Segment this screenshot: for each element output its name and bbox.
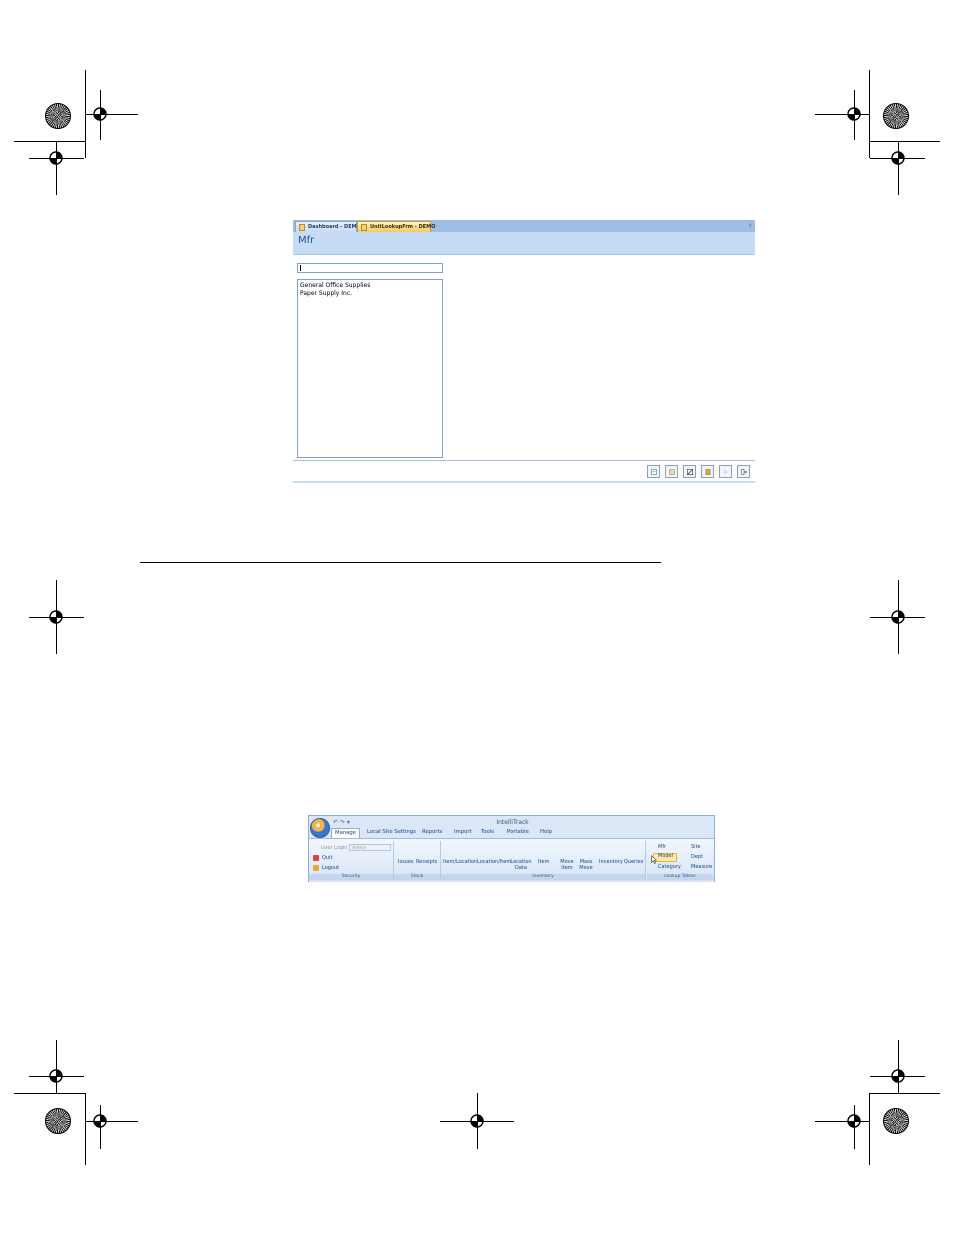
- save-button[interactable]: [665, 465, 678, 478]
- lookup-tables-group: Mfr Site Model Dept Category Measure Loo…: [647, 841, 713, 880]
- inventory-button[interactable]: Inventory: [599, 859, 623, 865]
- page-title: Mfr: [298, 235, 315, 246]
- exit-icon: [741, 469, 747, 475]
- tab-reports[interactable]: Reports: [422, 829, 442, 835]
- group-label: Security: [309, 874, 393, 880]
- receipts-button[interactable]: Receipts: [416, 859, 437, 865]
- new-record-button[interactable]: [647, 465, 660, 478]
- search-input[interactable]: [297, 263, 443, 273]
- registration-target-icon: [891, 610, 905, 624]
- stock-group: Issues Receipts Stock: [394, 841, 441, 880]
- exit-button[interactable]: [737, 465, 750, 478]
- user-login-label: User Login: [321, 845, 348, 851]
- close-tab-button[interactable]: x: [748, 221, 752, 231]
- group-label: Inventory: [441, 874, 645, 880]
- form-icon: [299, 224, 305, 231]
- document-tab-strip: Dashboard - DEMO UnitLookupFrm - DEMO x: [293, 220, 755, 232]
- form-toolbar: [293, 460, 755, 481]
- queries-button[interactable]: Queries: [624, 859, 643, 865]
- new-record-icon: [651, 469, 657, 475]
- form-body: General Office Supplies Paper Supply Inc…: [293, 255, 755, 460]
- registration-target-icon: [93, 107, 107, 121]
- tab-help[interactable]: Help: [540, 829, 552, 835]
- save-icon: [669, 469, 675, 475]
- section-divider: [140, 562, 661, 563]
- category-button[interactable]: Category: [658, 864, 681, 870]
- model-button[interactable]: Model: [658, 853, 673, 859]
- ribbon-tabs: Manage Local Site Settings Reports Impor…: [309, 828, 716, 838]
- tab-dashboard[interactable]: Dashboard - DEMO: [295, 221, 361, 232]
- tab-manage[interactable]: Manage: [331, 828, 361, 838]
- registration-target-icon: [49, 1069, 63, 1083]
- form-footer-line: [293, 481, 755, 483]
- tab-unit-lookup[interactable]: UnitLookupFrm - DEMO: [357, 221, 435, 232]
- site-button[interactable]: Site: [691, 844, 701, 850]
- form-icon: [361, 224, 367, 231]
- quit-button[interactable]: Quit: [322, 855, 332, 861]
- mfr-button[interactable]: Mfr: [658, 844, 666, 850]
- dept-button[interactable]: Dept: [691, 854, 703, 860]
- tab-local-site-settings[interactable]: Local Site Settings: [367, 829, 416, 835]
- text-caret: [300, 265, 301, 271]
- logout-button[interactable]: Logout: [322, 865, 339, 871]
- app-title: IntelliTrack: [496, 819, 529, 826]
- mass-move-button[interactable]: Mass Move: [578, 859, 594, 871]
- registration-target-icon: [891, 1069, 905, 1083]
- delete-button[interactable]: [701, 465, 714, 478]
- tab-label: Dashboard - DEMO: [308, 224, 361, 230]
- item-button[interactable]: Item: [538, 859, 549, 865]
- logout-icon: [313, 865, 319, 871]
- ribbon-panel: User Login Admin Quit Logout Security Is…: [309, 838, 714, 882]
- registration-target-icon: [49, 610, 63, 624]
- registration-sunburst-icon: [883, 103, 909, 129]
- move-item-button[interactable]: Move Item: [559, 859, 575, 871]
- tab-portable[interactable]: Portable: [507, 829, 529, 835]
- form-header: Mfr: [293, 232, 755, 255]
- user-login-select[interactable]: Admin: [349, 844, 391, 851]
- registration-target-icon: [93, 1114, 107, 1128]
- registration-target-icon: [49, 151, 63, 165]
- registration-target-icon: [847, 1114, 861, 1128]
- registration-target-icon: [847, 107, 861, 121]
- registration-target-icon: [470, 1114, 484, 1128]
- list-item[interactable]: Paper Supply Inc.: [300, 290, 352, 297]
- security-group: User Login Admin Quit Logout Security: [309, 841, 394, 880]
- registration-target-icon: [891, 151, 905, 165]
- undo-button[interactable]: [719, 465, 732, 478]
- ribbon-window: ↶ ↷ ▾ IntelliTrack Manage Local Site Set…: [308, 815, 715, 882]
- location-data-button[interactable]: Location Data: [510, 859, 532, 871]
- measure-button[interactable]: Measure: [691, 864, 712, 870]
- undo-icon: [723, 470, 728, 474]
- quit-icon: [313, 855, 319, 861]
- tab-import[interactable]: Import: [454, 829, 472, 835]
- group-label: Stock: [394, 874, 440, 880]
- tab-label: UnitLookupFrm - DEMO: [370, 224, 436, 230]
- registration-sunburst-icon: [883, 1108, 909, 1134]
- edit-button[interactable]: [683, 465, 696, 478]
- list-item[interactable]: General Office Supplies: [300, 282, 370, 289]
- tab-tools[interactable]: Tools: [481, 829, 494, 835]
- delete-icon: [705, 469, 711, 475]
- edit-icon: [687, 469, 693, 475]
- inventory-group: Item/Location Location/Item Location Dat…: [441, 841, 646, 880]
- registration-sunburst-icon: [45, 103, 71, 129]
- mfr-list[interactable]: General Office Supplies Paper Supply Inc…: [297, 279, 443, 458]
- group-label: Lookup Tables: [647, 874, 713, 880]
- location-item-button[interactable]: Location/Item: [477, 859, 511, 865]
- issues-button[interactable]: Issues: [398, 859, 414, 865]
- item-location-button[interactable]: Item/Location: [443, 859, 477, 865]
- mouse-cursor-icon: [651, 855, 657, 864]
- lookup-form-window: Dashboard - DEMO UnitLookupFrm - DEMO x …: [293, 220, 755, 483]
- registration-sunburst-icon: [45, 1108, 71, 1134]
